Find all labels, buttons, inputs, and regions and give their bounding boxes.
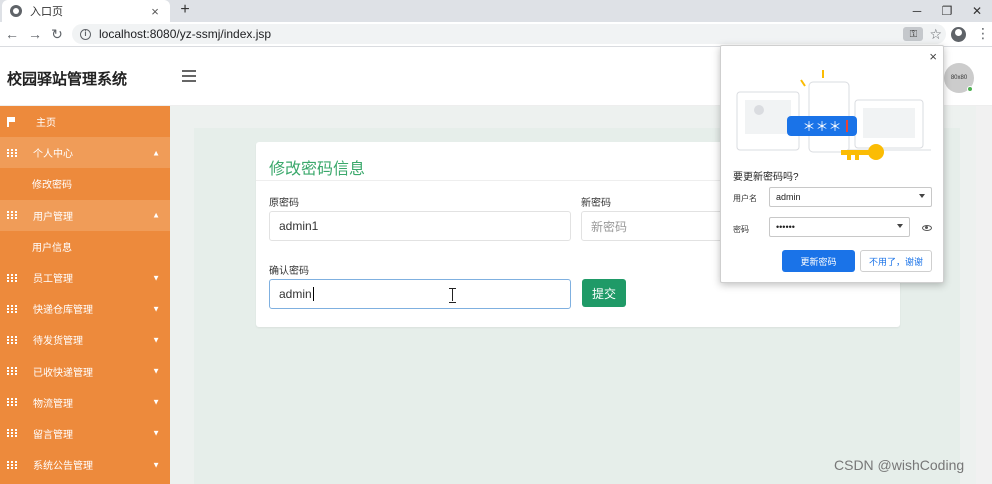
sidebar-item-label: 已收快递管理	[33, 367, 93, 379]
flag-icon	[7, 117, 16, 128]
new-tab-button[interactable]: +	[176, 1, 194, 19]
sidebar-item-label: 个人中心	[33, 149, 73, 161]
confirm-password-field[interactable]: admin	[269, 279, 571, 309]
old-password-field[interactable]: admin1	[269, 211, 571, 241]
caret-down-icon: ▼	[152, 335, 160, 345]
info-icon[interactable]: i	[80, 28, 91, 40]
sidebar-item-label: 物流管理	[33, 398, 73, 410]
caret-down-icon: ▼	[152, 366, 160, 376]
username-select[interactable]: admin	[769, 187, 932, 207]
username-value: admin	[776, 192, 801, 202]
caret-down-icon: ▼	[152, 460, 160, 470]
sidebar-item-label: 用户管理	[33, 211, 73, 223]
confirm-password-label: 确认密码	[269, 266, 309, 277]
update-password-button[interactable]: 更新密码	[782, 250, 855, 272]
profile-icon[interactable]	[951, 27, 966, 42]
sidebar-item-label: 系统公告管理	[33, 461, 93, 473]
update-password-popup: × ＊＊＊ 要更新密码吗? 用户名 admin 密码 •••••• 更新密码 不…	[720, 45, 944, 283]
hamburger-icon[interactable]	[182, 70, 196, 82]
sidebar-item-label: 留言管理	[33, 429, 73, 441]
globe-icon	[10, 5, 22, 17]
close-icon[interactable]: ×	[929, 49, 937, 64]
sidebar-item-logistics[interactable]: 物流管理 ▼	[0, 387, 170, 418]
grid-icon	[7, 429, 17, 438]
watermark: CSDN @wishCoding	[834, 457, 965, 473]
url-text[interactable]: localhost:8080/yz-ssmj/index.jsp	[99, 27, 903, 41]
caret-up-icon: ▲	[152, 148, 160, 158]
illustration-stars: ＊＊＊	[802, 120, 841, 135]
sidebar-item-home[interactable]: 主页	[0, 106, 170, 138]
star-icon[interactable]: ☆	[929, 26, 942, 43]
grid-icon	[7, 398, 17, 407]
sidebar-item-received[interactable]: 已收快递管理 ▼	[0, 356, 170, 387]
sidebar-item-label: 员工管理	[33, 274, 73, 286]
sidebar-item-announcements[interactable]: 系统公告管理 ▼	[0, 449, 170, 480]
sidebar-item-pending-shipment[interactable]: 待发货管理 ▼	[0, 324, 170, 355]
caret-up-icon: ▲	[152, 210, 160, 220]
dropdown-caret-icon	[919, 194, 925, 198]
sidebar-item-user-info[interactable]: 用户信息	[0, 230, 170, 262]
sidebar-item-label: 快递仓库管理	[33, 305, 93, 317]
popup-question: 要更新密码吗?	[733, 172, 799, 183]
text-caret	[312, 287, 314, 301]
restore-button[interactable]: ❐	[932, 0, 962, 22]
no-thanks-button[interactable]: 不用了，谢谢	[860, 250, 932, 272]
new-password-label: 新密码	[581, 198, 611, 209]
grid-icon	[7, 367, 17, 376]
old-password-label: 原密码	[269, 198, 299, 209]
back-button[interactable]: ←	[3, 25, 21, 43]
sidebar-item-label: 待发货管理	[33, 336, 83, 348]
grid-icon	[7, 460, 17, 469]
sidebar-item-warehouse[interactable]: 快递仓库管理 ▼	[0, 293, 170, 324]
grid-icon	[7, 148, 17, 157]
password-value: ••••••	[776, 222, 795, 232]
sidebar-item-label: 用户信息	[32, 242, 72, 254]
caret-down-icon: ▼	[152, 273, 160, 283]
sidebar-item-user-management[interactable]: 用户管理 ▲	[0, 199, 170, 231]
sidebar: 主页 个人中心 ▲ 修改密码 用户管理 ▲ 用户信息 员工管理 ▼ 快递仓库管理…	[0, 106, 170, 484]
sidebar-item-staff[interactable]: 员工管理 ▼	[0, 262, 170, 293]
password-select[interactable]: ••••••	[769, 217, 910, 237]
submit-button[interactable]: 提交	[582, 279, 626, 307]
sidebar-item-change-password[interactable]: 修改密码	[0, 168, 170, 200]
sidebar-item-messages[interactable]: 留言管理 ▼	[0, 418, 170, 449]
dropdown-caret-icon	[897, 224, 903, 228]
window-close-button[interactable]: ✕	[962, 0, 992, 22]
window-controls: ─ ❐ ✕	[902, 0, 992, 22]
grid-icon	[7, 211, 17, 220]
address-bar: ← → ↻ i localhost:8080/yz-ssmj/index.jsp…	[0, 22, 992, 47]
sidebar-item-label: 修改密码	[32, 180, 72, 192]
eye-icon[interactable]	[922, 225, 932, 231]
browser-menu-icon[interactable]: ⋮	[976, 25, 990, 42]
tab-title: 入口页	[30, 6, 63, 18]
password-illustration: ＊＊＊	[736, 70, 931, 160]
tab-close-icon[interactable]: ×	[148, 4, 162, 19]
key-icon[interactable]: ⚿	[903, 27, 924, 41]
grid-icon	[7, 335, 17, 344]
reload-button[interactable]: ↻	[48, 25, 66, 43]
brand-title: 校园驿站管理系统	[7, 71, 128, 88]
grid-icon	[7, 273, 17, 282]
browser-tab-bar: 入口页 × + ─ ❐ ✕	[0, 0, 992, 22]
password-label: 密码	[733, 225, 749, 234]
online-status-dot	[967, 86, 973, 92]
ibeam-cursor-icon	[449, 288, 456, 303]
forward-button[interactable]: →	[26, 25, 44, 43]
omnibox[interactable]: i localhost:8080/yz-ssmj/index.jsp ⚿ ☆	[72, 24, 946, 44]
caret-down-icon: ▼	[152, 428, 160, 438]
username-label: 用户名	[733, 194, 757, 203]
caret-down-icon: ▼	[152, 397, 160, 407]
page-title: 修改密码信息	[269, 161, 366, 178]
browser-tab[interactable]: 入口页 ×	[2, 0, 170, 22]
minimize-button[interactable]: ─	[902, 0, 932, 22]
confirm-password-value: admin	[279, 287, 312, 301]
scrollbar[interactable]	[976, 106, 992, 484]
sidebar-item-personal-center[interactable]: 个人中心 ▲	[0, 137, 170, 169]
caret-down-icon: ▼	[152, 304, 160, 314]
grid-icon	[7, 304, 17, 313]
sidebar-item-label: 主页	[36, 118, 56, 130]
